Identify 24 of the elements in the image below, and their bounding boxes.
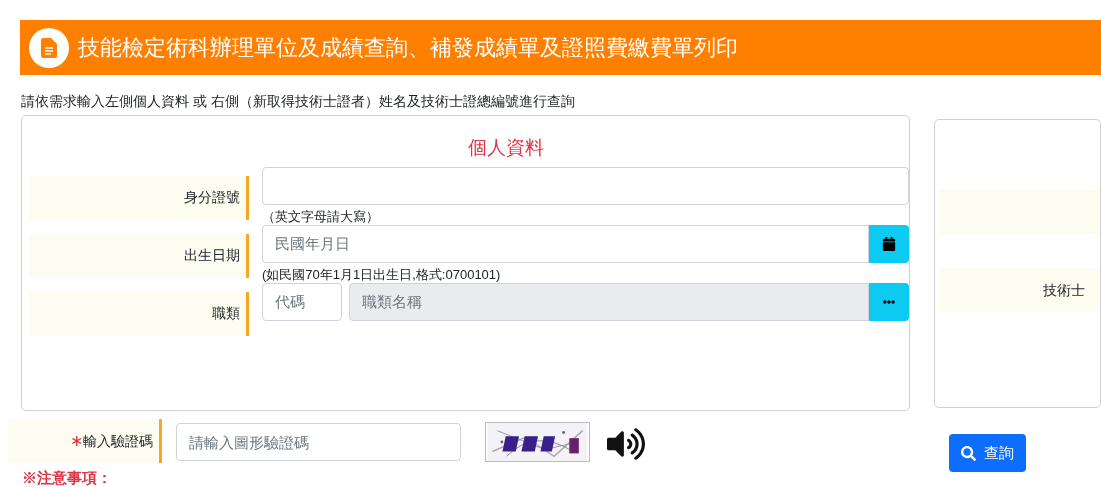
field-label: 輸入驗證碼 [83, 431, 153, 451]
field-label: 職類 [212, 304, 240, 323]
instruction-text: 請依需求輸入左側個人資料 或 右側（新取得技術士證者）姓名及技術士證總編號進行查詢 [21, 91, 575, 111]
birth-date-field[interactable]: 民國年月日 [262, 224, 869, 263]
field-hint: (如民國70年1月1日出生日,格式:0700101) [262, 266, 502, 283]
notice-title: ※注意事項： [22, 469, 112, 486]
calendar-button[interactable] [869, 224, 909, 263]
job-code-field[interactable]: 代碼 [262, 282, 342, 321]
job-name-field[interactable]: 職類名稱 [349, 282, 869, 321]
page-title: 技能檢定術科辦理單位及成績查詢、補發成績單及證照費繳費單列印 [78, 34, 738, 62]
search-button[interactable]: 查詢 [949, 434, 1026, 472]
id-number-field[interactable] [262, 166, 909, 205]
speaker-icon[interactable] [607, 425, 645, 463]
search-icon [961, 445, 976, 461]
calendar-icon [882, 236, 896, 251]
required-mark: ∗ [70, 431, 83, 451]
document-icon [29, 27, 69, 68]
field-label: 技術士 [1043, 280, 1085, 300]
card-title: 個人資料 [467, 136, 544, 160]
field-hint: （英文字母請大寫） [262, 208, 380, 225]
field-label: 出生日期 [184, 246, 240, 265]
captcha-field[interactable]: 請輸入圖形驗證碼 [176, 423, 461, 461]
field-label: 身分證號 [184, 188, 240, 207]
more-button[interactable] [869, 282, 909, 321]
